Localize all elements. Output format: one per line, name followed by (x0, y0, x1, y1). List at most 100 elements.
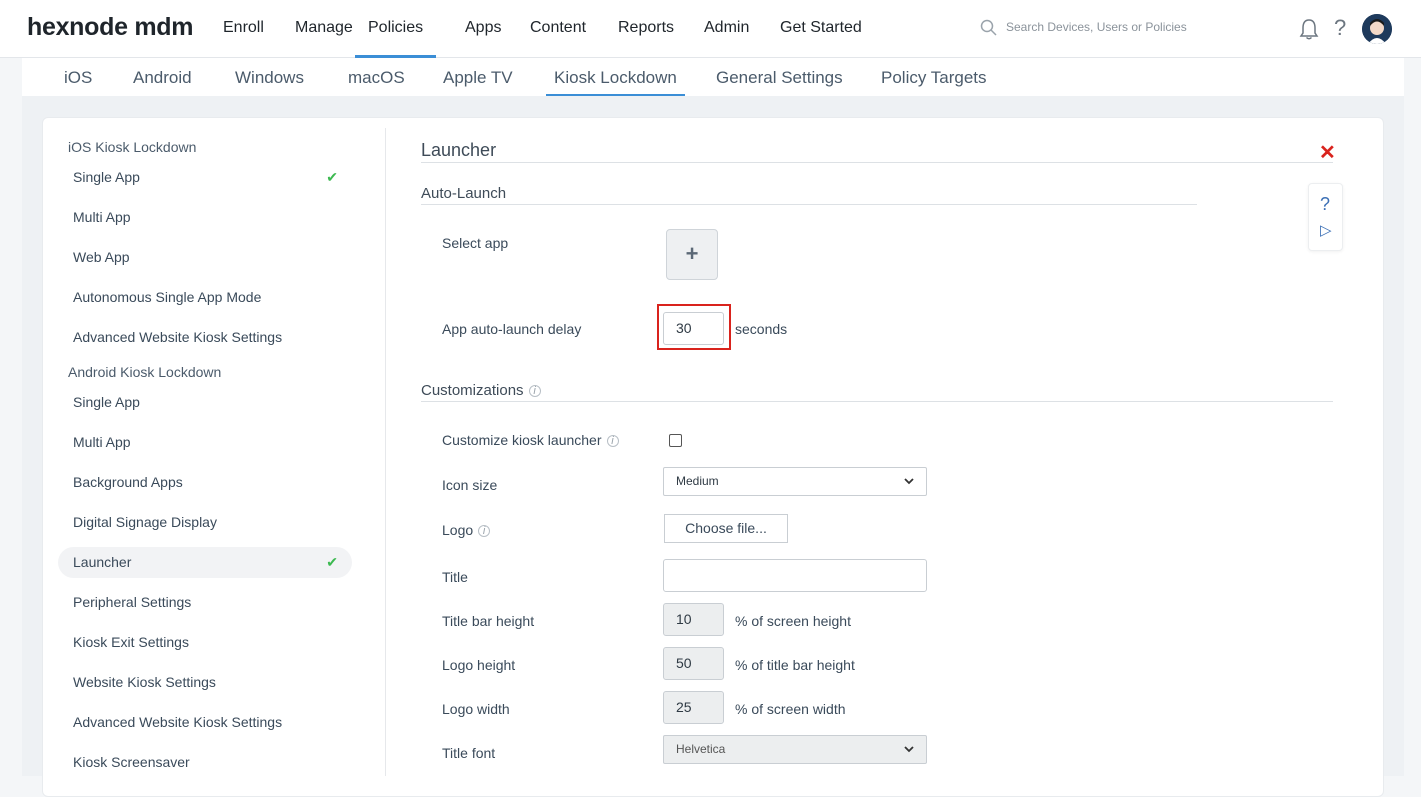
customizations-heading-text: Customizations (421, 382, 524, 399)
title-divider (421, 162, 1333, 163)
user-avatar[interactable] (1362, 14, 1392, 44)
customize-launcher-label: Customize kiosk launcher i (442, 432, 619, 448)
sidebar-item-label: Digital Signage Display (73, 514, 217, 530)
sidebar-item-label: Multi App (73, 434, 131, 450)
sidebar-item-label: Multi App (73, 209, 131, 225)
logo-width-label: Logo width (442, 701, 510, 717)
search-input[interactable] (1006, 20, 1236, 34)
page-title: Launcher (421, 140, 497, 160)
sidebar-item-label: Advanced Website Kiosk Settings (73, 329, 283, 345)
chevron-down-icon (904, 746, 914, 753)
sidebar-item-android-advanced-website[interactable]: Advanced Website Kiosk Settings (58, 707, 352, 738)
title-font-select[interactable]: Helvetica (663, 735, 927, 764)
chevron-down-icon (904, 478, 914, 485)
select-app-label: Select app (442, 235, 509, 251)
title-input[interactable] (663, 559, 927, 592)
sidebar-item-android-digital-signage[interactable]: Digital Signage Display (58, 507, 352, 538)
icon-size-select[interactable]: Medium (663, 467, 927, 496)
add-app-button[interactable]: + (666, 229, 718, 280)
sidebar-item-android-multi-app[interactable]: Multi App (58, 427, 352, 458)
auto-launch-delay-input[interactable]: 30 (663, 312, 724, 345)
tab-general-settings[interactable]: General Settings (716, 68, 843, 97)
tab-android[interactable]: Android (133, 68, 192, 97)
logo-height-label: Logo height (442, 657, 516, 673)
logo-label-text: Logo (442, 522, 474, 538)
delay-unit-label: seconds (735, 321, 788, 337)
nav-enroll[interactable]: Enroll (223, 19, 264, 58)
help-question-icon[interactable]: ? (1320, 194, 1330, 215)
nav-policies[interactable]: Policies (355, 19, 437, 58)
tab-kiosk-lockdown[interactable]: Kiosk Lockdown (546, 68, 685, 97)
sidebar-header-ios: iOS Kiosk Lockdown (68, 139, 197, 155)
title-bar-height-unit: % of screen height (735, 613, 851, 629)
nav-apps[interactable]: Apps (465, 19, 501, 58)
choose-file-button[interactable]: Choose file... (664, 514, 788, 543)
sidebar-item-ios-advanced-website[interactable]: Advanced Website Kiosk Settings (58, 322, 352, 353)
sidebar-item-android-screensaver[interactable]: Kiosk Screensaver (58, 747, 352, 778)
help-panel: ? ▷ (1308, 183, 1343, 251)
play-video-icon[interactable]: ▷ (1320, 221, 1332, 239)
icon-size-value: Medium (676, 474, 719, 488)
logo-label: Logo i (442, 522, 491, 538)
sidebar-divider (385, 128, 386, 776)
platform-tabs: iOS Android Windows macOS Apple TV Kiosk… (22, 58, 1404, 97)
tab-policy-targets[interactable]: Policy Targets (881, 68, 987, 97)
sidebar-item-android-kiosk-exit[interactable]: Kiosk Exit Settings (58, 627, 352, 658)
tab-ios[interactable]: iOS (64, 68, 92, 97)
customizations-divider (421, 401, 1333, 402)
title-bar-height-label: Title bar height (442, 613, 535, 629)
sidebar-item-android-single-app[interactable]: Single App (58, 387, 352, 418)
nav-content[interactable]: Content (530, 19, 586, 58)
logo-height-input[interactable]: 50 (663, 647, 724, 680)
title-label: Title (442, 569, 468, 585)
sidebar-item-label: Kiosk Exit Settings (73, 634, 189, 650)
top-navbar: hexnode mdm Enroll Manage Policies Apps … (0, 0, 1421, 58)
tab-windows[interactable]: Windows (235, 68, 304, 97)
customizations-heading: Customizations i (421, 382, 541, 399)
auto-launch-heading: Auto-Launch (421, 185, 507, 202)
tab-apple-tv[interactable]: Apple TV (443, 68, 513, 97)
search-bar (980, 19, 1240, 41)
info-icon[interactable]: i (606, 435, 619, 447)
logo-width-unit: % of screen width (735, 701, 846, 717)
sidebar-item-ios-web-app[interactable]: Web App (58, 242, 352, 273)
sidebar-item-label: Kiosk Screensaver (73, 754, 190, 770)
sidebar-item-android-background-apps[interactable]: Background Apps (58, 467, 352, 498)
auto-launch-divider (421, 204, 1197, 205)
info-icon[interactable]: i (528, 385, 541, 397)
sidebar-item-label: Launcher (73, 554, 132, 570)
customize-launcher-checkbox[interactable] (669, 434, 682, 447)
info-icon[interactable]: i (478, 525, 491, 537)
logo-height-unit: % of title bar height (735, 657, 855, 673)
sidebar-item-label: Single App (73, 169, 140, 185)
nav-manage[interactable]: Manage (295, 19, 353, 58)
title-font-label: Title font (442, 745, 496, 761)
auto-launch-delay-label: App auto-launch delay (442, 321, 582, 337)
check-icon: ✔ (326, 169, 338, 185)
sidebar-item-ios-single-app[interactable]: Single App ✔ (58, 162, 352, 193)
sidebar-item-android-website-kiosk[interactable]: Website Kiosk Settings (58, 667, 352, 698)
title-font-value: Helvetica (676, 742, 726, 756)
nav-get-started[interactable]: Get Started (780, 19, 862, 58)
help-icon[interactable]: ? (1334, 15, 1346, 41)
title-bar-height-input[interactable]: 10 (663, 603, 724, 636)
sidebar-item-label: Website Kiosk Settings (73, 674, 216, 690)
sidebar-item-label: Web App (73, 249, 130, 265)
bell-icon[interactable] (1298, 17, 1320, 41)
nav-admin[interactable]: Admin (704, 19, 749, 58)
sidebar-item-android-peripheral[interactable]: Peripheral Settings (58, 587, 352, 618)
sidebar-item-label: Single App (73, 394, 140, 410)
icon-size-label: Icon size (442, 477, 498, 493)
customize-launcher-text: Customize kiosk launcher (442, 432, 602, 448)
search-icon (980, 19, 997, 36)
sidebar-item-label: Advanced Website Kiosk Settings (73, 714, 283, 730)
logo-width-input[interactable]: 25 (663, 691, 724, 724)
nav-reports[interactable]: Reports (618, 19, 674, 58)
sidebar-item-ios-autonomous[interactable]: Autonomous Single App Mode (58, 282, 352, 313)
tab-macos[interactable]: macOS (348, 68, 405, 97)
sidebar-item-ios-multi-app[interactable]: Multi App (58, 202, 352, 233)
check-icon: ✔ (326, 554, 338, 570)
brand-logo[interactable]: hexnode mdm (27, 13, 193, 42)
sidebar-header-android: Android Kiosk Lockdown (68, 364, 222, 380)
sidebar-item-android-launcher[interactable]: Launcher ✔ (58, 547, 352, 578)
